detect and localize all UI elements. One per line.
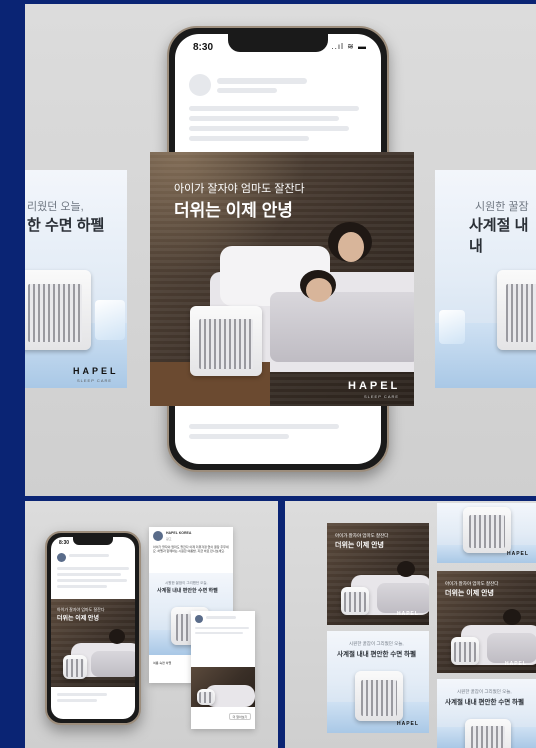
ad-tile-light: 시원한 꿀잠이 그리웠던 오늘, 사계절 내내 편안한 수면 하펠 HAPEL	[327, 631, 429, 733]
post-author: HAPEL KOREA	[166, 531, 192, 535]
showcase-panel-bottom-left: 8:30 아이가 잘자야 엄마도 잘잔다 더위는 이제 안녕 HAPEL KOR…	[25, 501, 278, 748]
showcase-panel-top: 리웠던 오늘, 한 수면 하펠 HAPEL SLEEP CARE 시원한 꿀잠 …	[25, 4, 536, 496]
right-ad-line2: 사계절 내내	[469, 217, 529, 255]
main-ad-headline-small: 아이가 잘자야 엄마도 잘잔다	[174, 183, 305, 195]
learn-more-button[interactable]: 더 알아보기	[229, 713, 251, 720]
status-time: 8:30	[59, 540, 70, 546]
status-time: 8:30	[193, 42, 214, 53]
ad-tile-dark: 아이가 잘자야 엄마도 잘잔다 더위는 이제 안녕 HAPEL	[327, 523, 429, 625]
main-ad-creative: 아이가 잘자야 엄마도 잘잔다 더위는 이제 안녕 HAPEL SLEEP CA…	[150, 152, 414, 406]
right-ad-line1: 시원한 꿀잠	[475, 201, 529, 213]
social-post-card: 더 알아보기	[191, 611, 255, 729]
avatar	[195, 615, 203, 623]
showcase-panel-bottom-right: 아이가 잘자야 엄마도 잘잔다 더위는 이제 안녕 HAPEL HAPEL 아이…	[285, 501, 536, 748]
ad-tile-dark: 아이가 잘자야 엄마도 잘잔다 더위는 이제 안녕 HAPEL	[437, 571, 536, 673]
left-ad-line2: 한 수면 하펠	[27, 217, 105, 234]
main-ad-brand: HAPEL	[348, 380, 401, 392]
right-ad-creative: 시원한 꿀잠 사계절 내내	[435, 170, 536, 388]
left-ad-brand: HAPEL	[73, 366, 119, 376]
purifier-device	[25, 270, 91, 350]
smartphone-mockup-small: 8:30 아이가 잘자야 엄마도 잘잔다 더위는 이제 안녕	[45, 531, 141, 725]
purifier-device	[190, 306, 262, 376]
avatar	[153, 531, 163, 541]
post-text: 아이가 잘자야 엄마도 잘잔다 이제 더위걱정 없이 꿀잠 주무세요. 하펠과 …	[153, 545, 229, 554]
left-ad-line1: 리웠던 오늘,	[27, 201, 84, 213]
left-ad-creative: 리웠던 오늘, 한 수면 하펠 HAPEL SLEEP CARE	[25, 170, 127, 388]
mini-ad-creative: 아이가 잘자야 엄마도 잘잔다 더위는 이제 안녕	[51, 599, 135, 687]
ad-tile-light: 시원한 꿀잠이 그리웠던 오늘, 사계절 내내 편안한 수면 하펠	[437, 679, 536, 748]
child-face	[306, 278, 332, 302]
phone-notch	[228, 34, 328, 52]
ad-tile-light: HAPEL	[437, 503, 536, 563]
main-ad-headline: 더위는 이제 안녕	[174, 201, 293, 220]
post-header-blur	[189, 74, 211, 96]
blanket	[270, 292, 414, 362]
mother-face	[338, 232, 364, 262]
status-icons: ..ıl ≋ ▬	[331, 42, 367, 51]
purifier-device	[497, 270, 536, 350]
